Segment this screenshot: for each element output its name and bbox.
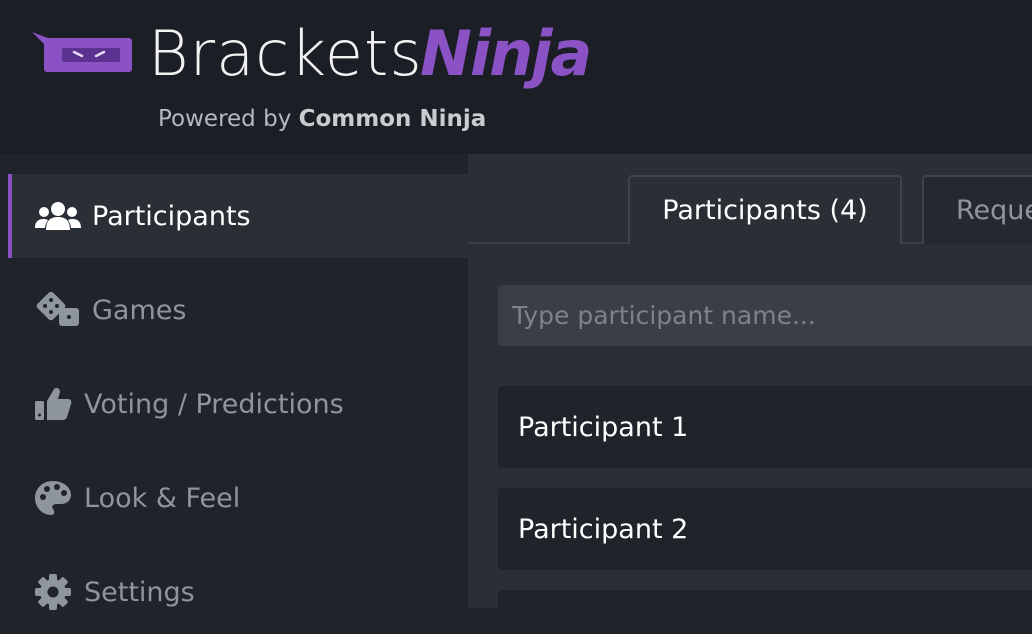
- sidebar-item-label: Voting / Predictions: [84, 388, 344, 420]
- ninja-mask-icon: [32, 32, 132, 72]
- sidebar-item-label: Look & Feel: [84, 482, 241, 514]
- participant-name: Participant 1: [518, 411, 689, 443]
- users-icon: [34, 198, 82, 234]
- participant-row[interactable]: [498, 590, 1032, 620]
- sidebar-item-look-feel[interactable]: Look & Feel: [8, 456, 468, 540]
- sidebar-item-label: Participants: [92, 200, 251, 232]
- participant-row[interactable]: Participant 2: [498, 488, 1032, 570]
- participant-search-input[interactable]: [498, 285, 1032, 346]
- thumbs-up-icon: [34, 386, 74, 422]
- palette-icon: [34, 480, 74, 516]
- powered-by: Powered by Common Ninja: [158, 104, 486, 134]
- sidebar-item-games[interactable]: Games: [8, 268, 468, 352]
- logo-text-brackets: Brackets: [148, 17, 423, 90]
- participant-name: Participant 2: [518, 513, 689, 545]
- sidebar-item-label: Games: [92, 294, 187, 326]
- tab-participants[interactable]: Participants (4): [628, 175, 902, 244]
- sidebar-item-label: Settings: [84, 576, 195, 608]
- sidebar-item-participants[interactable]: Participants: [8, 174, 468, 258]
- powered-by-prefix: Powered by: [158, 106, 292, 132]
- powered-by-brand[interactable]: Common Ninja: [299, 106, 487, 132]
- app-header: Brackets Ninja Powered by Common Ninja: [0, 0, 1032, 154]
- sidebar-item-voting[interactable]: Voting / Predictions: [8, 362, 468, 446]
- gear-icon: [34, 574, 74, 610]
- logo-text-ninja: Ninja: [420, 17, 592, 90]
- dice-icon: [34, 292, 82, 328]
- tab-requests[interactable]: Reque: [922, 175, 1032, 244]
- sidebar-item-settings[interactable]: Settings: [8, 550, 468, 634]
- participant-row[interactable]: Participant 1: [498, 386, 1032, 468]
